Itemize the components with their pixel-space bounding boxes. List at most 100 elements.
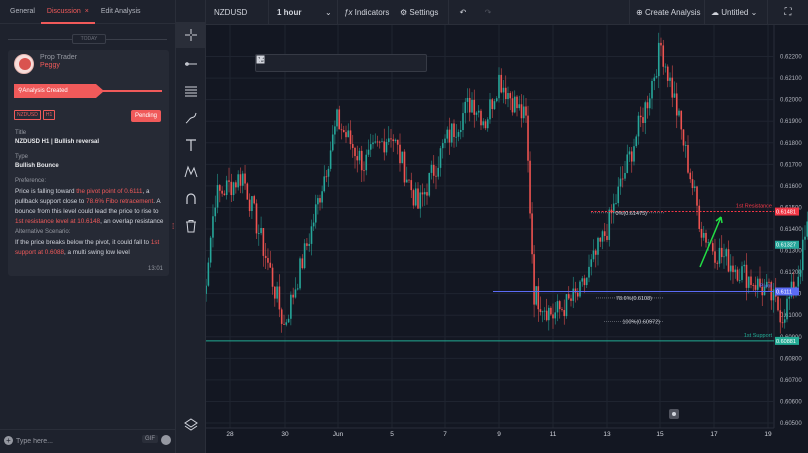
candle-body bbox=[788, 296, 791, 299]
redo-icon[interactable]: ↷ bbox=[477, 0, 499, 25]
text-icon bbox=[186, 139, 196, 151]
pencil-icon[interactable] bbox=[256, 55, 294, 71]
tag-row: NZDUSD H1 bbox=[14, 110, 56, 120]
crosshair-tool[interactable] bbox=[176, 22, 206, 48]
candle-body bbox=[331, 134, 334, 151]
delete-tool[interactable] bbox=[176, 213, 206, 239]
candle-body bbox=[206, 285, 207, 294]
tab-discussion[interactable]: Discussion × bbox=[40, 0, 95, 24]
status-badge[interactable]: Pending bbox=[130, 110, 161, 122]
candle-body bbox=[260, 227, 262, 234]
gif-button[interactable]: GIF bbox=[142, 435, 158, 443]
undo-icon[interactable]: ↶ bbox=[449, 0, 477, 25]
dashed-line-icon[interactable] bbox=[256, 55, 388, 71]
candle-body bbox=[637, 115, 640, 137]
crosshair-icon[interactable] bbox=[257, 55, 426, 71]
candle-body bbox=[412, 190, 415, 206]
candle-body bbox=[287, 318, 290, 323]
candle-body bbox=[570, 298, 572, 301]
y-tick-label: 0.61400 bbox=[780, 227, 802, 233]
candle-body bbox=[648, 98, 651, 109]
candle-body bbox=[707, 242, 710, 244]
chevron-down-icon[interactable]: ⌄ bbox=[325, 0, 337, 25]
ribbon-label: ⚲Analysis Created bbox=[14, 84, 104, 98]
fullscreen-icon[interactable]: ⛶ bbox=[768, 0, 808, 25]
add-attachment-icon[interactable]: + bbox=[4, 436, 13, 445]
candle-body bbox=[556, 301, 559, 313]
candle-body bbox=[745, 264, 748, 288]
price-chart[interactable]: 0.62200 0.62100 0.62000 0.61900 0.61800 0.617… bbox=[206, 25, 808, 453]
brush-tool[interactable] bbox=[176, 105, 206, 131]
flag-icon[interactable] bbox=[257, 55, 332, 71]
tab-general[interactable]: General bbox=[4, 0, 41, 24]
candle-body bbox=[671, 77, 674, 98]
candle-body bbox=[550, 307, 552, 315]
layout-menu-button[interactable]: ☁ Untitled ⌄ bbox=[705, 0, 767, 25]
author-name[interactable]: Peggy bbox=[40, 62, 60, 69]
y-tick-label: 0.61200 bbox=[780, 270, 802, 276]
interval-selector[interactable]: 1 hour bbox=[269, 0, 325, 25]
tab-edit-analysis[interactable]: Edit Analysis bbox=[95, 0, 147, 24]
symbol-search-button[interactable]: NZDUSD bbox=[206, 0, 268, 25]
rectangle-icon[interactable] bbox=[256, 55, 407, 71]
candle-body bbox=[680, 110, 683, 130]
candle-body bbox=[639, 115, 642, 118]
line-icon[interactable] bbox=[256, 55, 369, 71]
chat-input[interactable] bbox=[16, 435, 126, 447]
level-name: 1st Support bbox=[744, 333, 773, 339]
candle-body bbox=[278, 286, 281, 310]
magnet-tool[interactable] bbox=[176, 186, 206, 212]
candle-body bbox=[574, 288, 577, 293]
candle-body bbox=[408, 179, 410, 181]
candle-body bbox=[669, 77, 671, 81]
candle-body bbox=[599, 237, 602, 242]
emoji-icon[interactable] bbox=[161, 435, 171, 445]
candle-body bbox=[518, 104, 521, 109]
candle-body bbox=[392, 139, 395, 142]
candle-body bbox=[239, 174, 242, 186]
y-tick-label: 0.60800 bbox=[780, 356, 802, 362]
candle-body bbox=[621, 178, 624, 180]
y-tick-label: 0.61800 bbox=[780, 141, 802, 147]
fib-tool[interactable] bbox=[176, 78, 206, 104]
candle-body bbox=[718, 247, 721, 264]
trendline-tool[interactable] bbox=[176, 51, 206, 77]
brush-icon bbox=[185, 112, 197, 124]
candle-body bbox=[781, 322, 784, 324]
candle-body bbox=[207, 262, 210, 286]
layers-tool[interactable] bbox=[176, 411, 206, 437]
alternative-text: If the price breaks below the pivot, it … bbox=[15, 238, 165, 258]
avatar[interactable] bbox=[14, 54, 34, 74]
indicators-button[interactable]: ƒx Indicators bbox=[338, 0, 398, 25]
candle-body bbox=[482, 121, 485, 126]
candle-body bbox=[216, 185, 219, 208]
candle-body bbox=[705, 232, 707, 243]
candle-body bbox=[235, 182, 237, 188]
candle-body bbox=[754, 285, 757, 290]
candle-body bbox=[421, 192, 424, 195]
candle-body bbox=[727, 249, 730, 272]
x-tick-label: 13 bbox=[603, 431, 611, 438]
candle-body bbox=[365, 154, 368, 171]
candle-body bbox=[354, 147, 356, 157]
candle-body bbox=[673, 93, 676, 98]
candle-body bbox=[696, 186, 698, 206]
candle-body bbox=[338, 109, 341, 130]
text-lines-icon[interactable] bbox=[257, 55, 313, 71]
chart-canvas[interactable]: 0.62200 0.62100 0.62000 0.61900 0.61800 0.617… bbox=[206, 25, 808, 453]
candle-body bbox=[410, 180, 413, 191]
text-tool[interactable] bbox=[176, 132, 206, 158]
candle-body bbox=[221, 190, 223, 194]
settings-button[interactable]: ⚙ Settings bbox=[398, 0, 448, 25]
create-analysis-button[interactable]: ⊕ Create Analysis bbox=[630, 0, 704, 25]
candle-body bbox=[558, 301, 561, 310]
candle-body bbox=[432, 164, 435, 176]
discussion-panel: General Discussion × Edit Analysis TODAY … bbox=[0, 0, 176, 453]
candle-body bbox=[394, 139, 397, 142]
x-tick-label: 19 bbox=[764, 431, 772, 438]
close-icon[interactable]: × bbox=[85, 8, 89, 15]
candle-body bbox=[628, 151, 631, 155]
date-divider: TODAY bbox=[0, 32, 175, 48]
brush-icon[interactable] bbox=[256, 55, 351, 71]
pattern-tool[interactable] bbox=[176, 159, 206, 185]
